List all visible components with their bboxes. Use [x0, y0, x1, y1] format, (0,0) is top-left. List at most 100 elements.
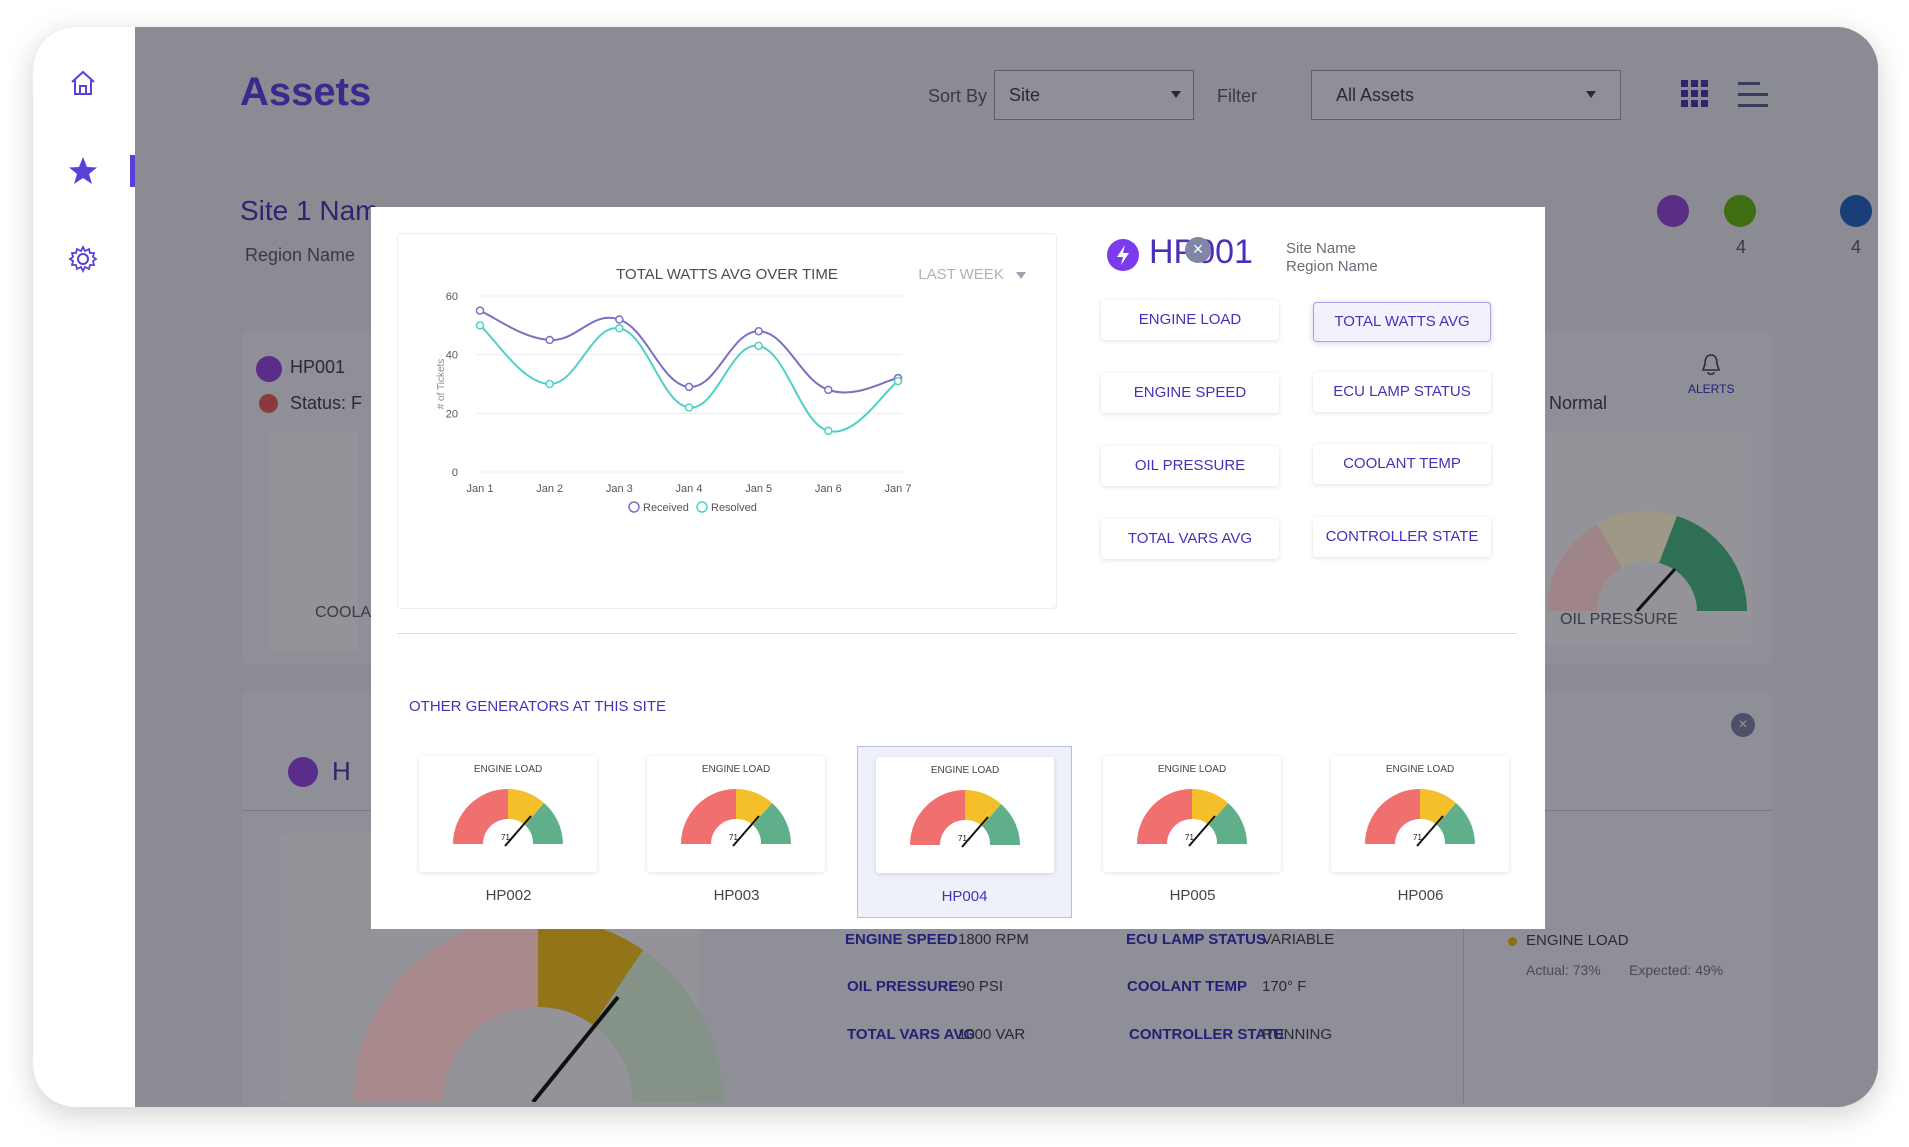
- engine-load-gauge: 71: [1137, 789, 1247, 847]
- data-point-resolved: [893, 376, 903, 386]
- metric-button-total-vars-avg[interactable]: TOTAL VARS AVG: [1101, 519, 1279, 559]
- gauge-card: ENGINE LOAD 71: [1103, 756, 1281, 872]
- y-tick-label: 0: [452, 467, 458, 479]
- metric-button-engine-speed[interactable]: ENGINE SPEED: [1101, 373, 1279, 413]
- gauge-value: 71: [958, 834, 967, 843]
- total-vars-label: TOTAL VARS AVG: [847, 1026, 976, 1043]
- legend-marker: [628, 501, 640, 513]
- series-line-resolved: [479, 324, 899, 433]
- legend-label: Resolved: [711, 502, 757, 514]
- close-icon[interactable]: ×: [1731, 713, 1755, 737]
- power-icon: [256, 356, 282, 382]
- data-point-received: [615, 315, 624, 324]
- site-name: Site Name: [1286, 240, 1357, 257]
- ecu-lamp-value: VARIABLE: [1262, 931, 1335, 948]
- generator-tile-label: HP002: [485, 887, 532, 904]
- y-tick-label: 60: [446, 291, 458, 303]
- engine-speed-label: ENGINE SPEED: [845, 931, 958, 948]
- app-window: Assets Sort By Site Filter All Assets Si…: [33, 27, 1878, 1107]
- series-line-received: [479, 309, 899, 394]
- home-icon[interactable]: [63, 63, 103, 103]
- bell-icon[interactable]: [1699, 352, 1723, 383]
- gauge-card: ENGINE LOAD 71: [647, 756, 825, 872]
- metric-button-total-watts-avg[interactable]: TOTAL WATTS AVG: [1313, 302, 1491, 342]
- data-point-resolved: [615, 324, 624, 333]
- x-tick-label: Jan 1: [467, 483, 494, 495]
- y-tick-label: 20: [446, 408, 458, 420]
- fuel-status-icon: [1724, 195, 1756, 227]
- region-label: Region Name: [245, 245, 356, 265]
- oil-pressure-gauge: [1547, 511, 1747, 613]
- generator-tile-hp002[interactable]: ENGINE LOAD 71 HP002: [401, 746, 616, 918]
- gauge-value: 71: [1413, 833, 1422, 842]
- metric-button-controller-state[interactable]: CONTROLLER STATE: [1313, 517, 1491, 557]
- line-chart: 0 20 40 60 # of Tickets Jan 1 Jan 2 Jan 3 Jan 4 J…: [436, 291, 911, 514]
- sort-label: Sort By: [928, 86, 988, 106]
- status-dot: [259, 394, 278, 413]
- coolant-value: 170° F: [1262, 978, 1307, 995]
- alert-expected: Expected: 49%: [1629, 962, 1724, 978]
- chevron-down-icon: [1586, 91, 1596, 98]
- alert-actual: Actual: 73%: [1526, 962, 1601, 978]
- generator-tile-hp006[interactable]: ENGINE LOAD 71 HP006: [1313, 746, 1528, 918]
- total-vars-value: 1000 VAR: [958, 1026, 1026, 1043]
- generator-tile-label: HP006: [1397, 887, 1444, 904]
- asset-name: H: [332, 756, 351, 786]
- x-tick-label: Jan 2: [536, 483, 563, 495]
- filter-select[interactable]: All Assets: [1311, 70, 1621, 120]
- generator-tile-label: HP005: [1169, 887, 1216, 904]
- engine-load-gauge: 71: [681, 789, 791, 847]
- generator-tile-hp003[interactable]: ENGINE LOAD 71 HP003: [629, 746, 844, 918]
- filter-label: Filter: [1217, 86, 1257, 106]
- metric-button-coolant-temp[interactable]: COOLANT TEMP: [1313, 444, 1491, 484]
- gauge-value: 71: [501, 833, 510, 842]
- asset-name: HP001: [290, 357, 346, 377]
- data-point-resolved: [754, 341, 763, 351]
- x-tick-label: Jan 5: [745, 483, 772, 495]
- x-tick-label: Jan 6: [815, 483, 842, 495]
- data-point-resolved: [475, 321, 485, 330]
- water-count: 4: [1851, 237, 1862, 257]
- generator-tile-label: HP003: [713, 887, 760, 904]
- alerts-label[interactable]: ALERTS: [1688, 382, 1734, 396]
- data-point-received: [475, 306, 485, 315]
- grid-view-icon[interactable]: [1681, 80, 1709, 113]
- chart-card: TOTAL WATTS AVG OVER TIME LAST WEEK 0 20 4…: [397, 233, 1057, 609]
- divider: [397, 633, 1517, 634]
- list-view-icon[interactable]: [1738, 81, 1770, 114]
- data-point-received: [545, 335, 554, 345]
- x-tick-label: Jan 4: [676, 483, 703, 495]
- generator-tile-label: HP004: [941, 888, 988, 905]
- coolant-label: COOLANT TEMP: [1127, 978, 1247, 995]
- water-status-icon: [1840, 195, 1872, 227]
- data-point-resolved: [824, 426, 833, 436]
- alert-title: ENGINE LOAD: [1526, 932, 1629, 949]
- gauge-card: ENGINE LOAD 71: [1331, 756, 1509, 872]
- gauge-value: 71: [729, 833, 738, 842]
- engine-load-gauge: 71: [1365, 789, 1475, 847]
- data-point-resolved: [545, 379, 554, 389]
- fuel-count: 4: [1736, 237, 1747, 257]
- star-icon[interactable]: [63, 151, 103, 191]
- oil-pressure-label: OIL PRESSURE: [847, 978, 959, 995]
- gear-icon[interactable]: [63, 239, 103, 279]
- metric-button-ecu-lamp-status[interactable]: ECU LAMP STATUS: [1313, 372, 1491, 412]
- generator-tile-hp004[interactable]: ENGINE LOAD 71 HP004: [857, 746, 1072, 918]
- status-text: Status: F: [290, 393, 363, 413]
- data-point-received: [824, 385, 833, 395]
- x-tick-label: Jan 3: [606, 483, 633, 495]
- generator-detail-modal: TOTAL WATTS AVG OVER TIME LAST WEEK 0 20 4…: [371, 207, 1545, 929]
- sort-select[interactable]: Site: [994, 70, 1194, 120]
- legend-label: Received: [643, 502, 689, 514]
- page-title: Assets: [240, 70, 372, 114]
- chevron-down-icon: [1171, 91, 1181, 98]
- metric-button-oil-pressure[interactable]: OIL PRESSURE: [1101, 446, 1279, 486]
- generator-tile-hp005[interactable]: ENGINE LOAD 71 HP005: [1085, 746, 1300, 918]
- coolant-label: COOLA: [315, 604, 372, 621]
- y-axis-label: # of Tickets: [436, 359, 447, 410]
- gauge-card: ENGINE LOAD 71: [876, 757, 1054, 873]
- sidebar: [33, 27, 135, 1107]
- metric-button-engine-load[interactable]: ENGINE LOAD: [1101, 300, 1279, 340]
- engine-speed-value: 1800 RPM: [958, 931, 1029, 948]
- close-icon[interactable]: ×: [1185, 237, 1211, 263]
